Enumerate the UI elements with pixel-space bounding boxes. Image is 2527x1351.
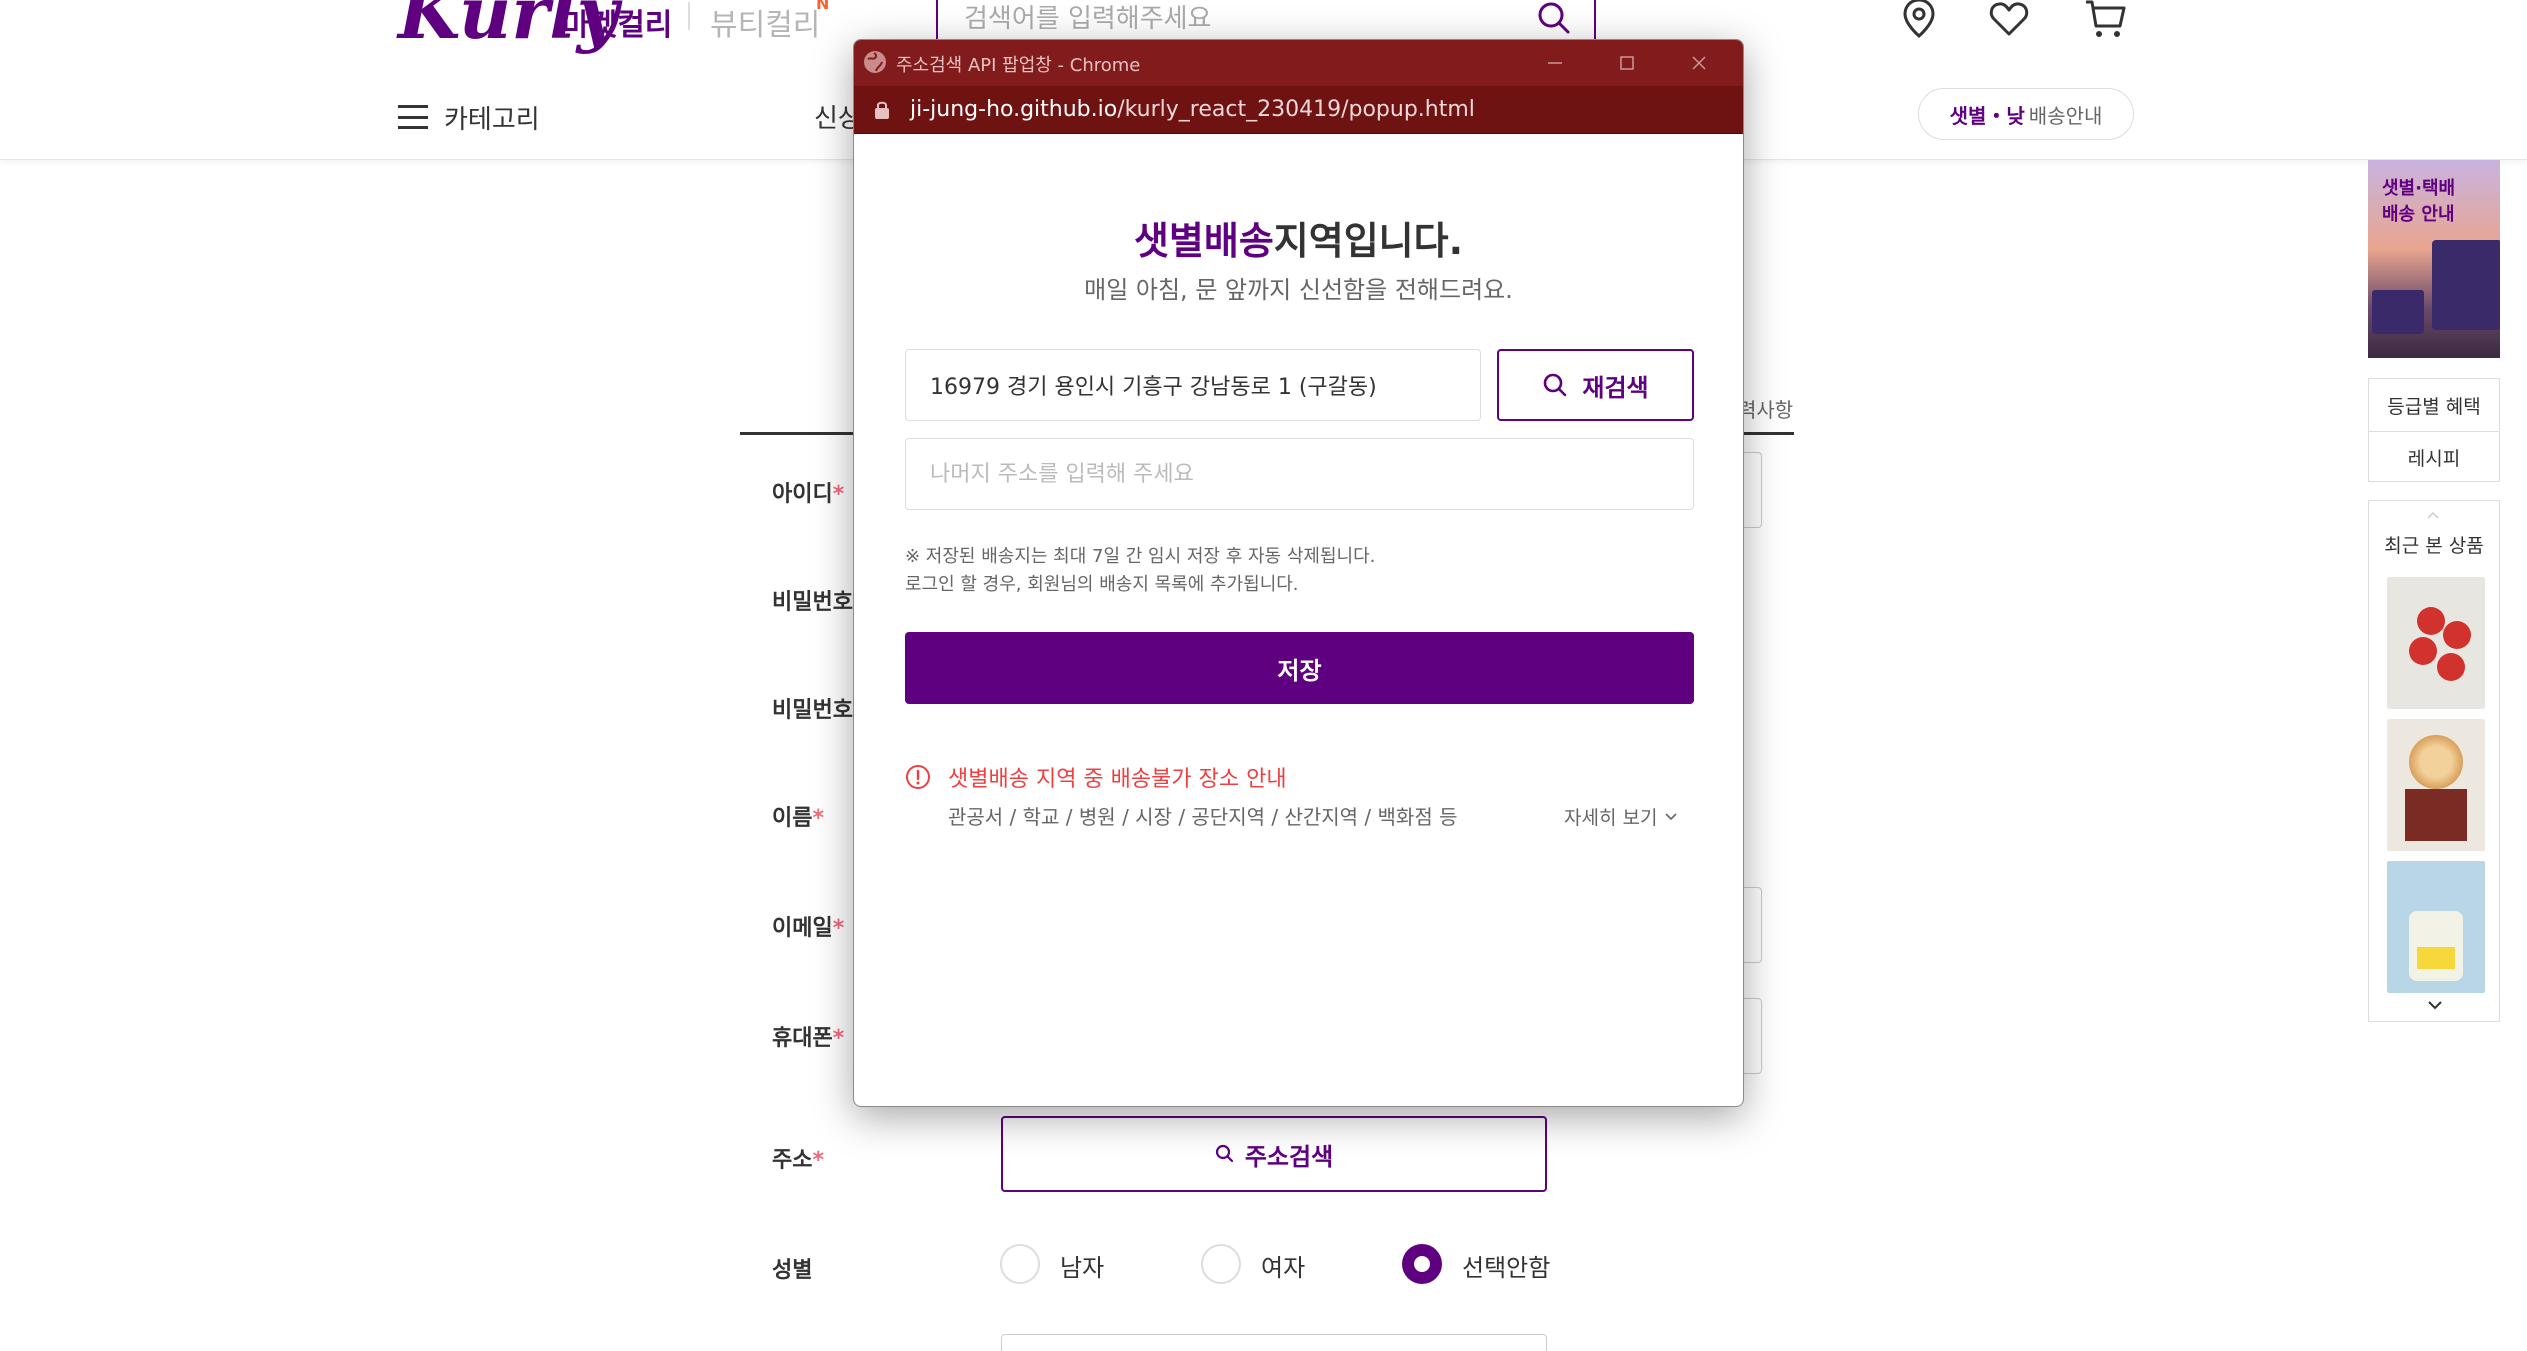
recent-products-panel: 최근 본 상품 <box>2368 500 2500 1022</box>
gender-label-none: 선택안함 <box>1462 1254 1551 1282</box>
globe-icon <box>864 51 886 73</box>
recent-products-title: 최근 본 상품 <box>2384 535 2484 557</box>
side-link-grade-benefits[interactable]: 등급별 혜택 <box>2369 379 2499 431</box>
delivery-info-button[interactable]: 샛별・낮 배송안내 <box>1918 88 2134 140</box>
view-details-label: 자세히 보기 <box>1564 807 1658 829</box>
label-phone: 휴대폰* <box>772 1026 845 1051</box>
chevron-up-icon[interactable] <box>2425 507 2441 523</box>
header-search-input[interactable]: 검색어를 입력해주세요 <box>964 0 1211 35</box>
label-password: 비밀번호 <box>772 590 853 615</box>
undeliverable-places: 관공서 / 학교 / 병원 / 시장 / 공단지역 / 산간지역 / 백화점 등 <box>948 805 1458 829</box>
market-kurly-link[interactable]: 마켓컬리 <box>562 0 672 44</box>
category-menu-button[interactable]: 카테고리 <box>398 100 540 135</box>
address-search-label: 주소검색 <box>1244 1142 1334 1171</box>
storage-notice: ※ 저장된 배송지는 최대 7일 간 임시 저장 후 자동 삭제됩니다. 로그인… <box>905 546 1376 595</box>
search-icon <box>1215 1144 1233 1163</box>
gender-radio-female[interactable] <box>1201 1244 1241 1284</box>
label-id: 아이디* <box>772 482 845 507</box>
delivery-guide-banner[interactable]: 샛별·택배 배송 안내 <box>2368 160 2500 358</box>
side-link-recipes[interactable]: 레시피 <box>2369 431 2499 483</box>
address-popup-window: 주소검색 API 팝업창 - Chrome ji-jung-ho.github.… <box>853 39 1744 1107</box>
research-button[interactable]: 재검색 <box>1497 349 1694 421</box>
label-email: 이메일* <box>772 916 845 941</box>
location-pin-icon[interactable] <box>1894 0 1944 44</box>
warning-circle-icon <box>906 765 930 789</box>
view-details-link[interactable]: 자세히 보기 <box>1564 803 1679 830</box>
cart-icon[interactable] <box>2080 0 2130 44</box>
banner-text: 샛별·택배 배송 안내 <box>2382 178 2456 225</box>
heart-icon[interactable] <box>1984 0 2034 44</box>
category-label: 카테고리 <box>444 104 540 135</box>
popup-window-title: 주소검색 API 팝업창 - Chrome <box>896 55 1141 76</box>
label-password-confirm: 비밀번호 <box>772 698 853 723</box>
chevron-down-icon <box>1665 812 1678 820</box>
required-fields-note: 력사항 <box>1738 398 1794 422</box>
popup-subheading: 매일 아침, 문 앞까지 신선함을 전해드려요. <box>1084 276 1513 304</box>
close-icon[interactable] <box>1684 48 1714 78</box>
recent-product-pie[interactable] <box>2387 719 2485 851</box>
side-quick-links: 등급별 혜택 레시피 <box>2368 378 2500 482</box>
hamburger-menu-icon <box>398 105 428 129</box>
popup-titlebar[interactable]: 주소검색 API 팝업창 - Chrome <box>854 40 1743 86</box>
popup-heading: 샛별배송지역입니다. <box>1133 219 1464 263</box>
popup-url: ji-jung-ho.github.io/kurly_react_230419/… <box>910 97 1475 122</box>
search-icon[interactable] <box>1534 0 1574 38</box>
chevron-down-icon[interactable] <box>2425 995 2445 1015</box>
delivery-pill-highlight: 샛별・낮 <box>1949 103 2025 128</box>
minimize-icon[interactable] <box>1540 48 1570 78</box>
selected-address-field: 16979 경기 용인시 기흥구 강남동로 1 (구갈동) <box>905 349 1481 421</box>
link-divider <box>688 2 690 30</box>
gender-radio-male[interactable] <box>1000 1244 1040 1284</box>
maximize-icon[interactable] <box>1612 48 1642 78</box>
label-address: 주소* <box>772 1148 824 1173</box>
recent-product-bag[interactable] <box>2387 861 2485 993</box>
detail-address-input[interactable] <box>905 438 1694 510</box>
truck-illustration <box>2432 240 2500 330</box>
lock-icon <box>875 101 889 119</box>
gender-label-male: 남자 <box>1060 1254 1105 1282</box>
address-search-button[interactable]: 주소검색 <box>1001 1116 1547 1192</box>
new-badge: N <box>816 0 830 13</box>
truck-illustration-small <box>2372 290 2424 334</box>
research-button-label: 재검색 <box>1582 373 1649 402</box>
undeliverable-notice-title: 샛별배송 지역 중 배송불가 장소 안내 <box>948 767 1287 792</box>
page-root: Kurly 마켓컬리 뷰티컬리 N 검색어를 입력해주세요 카테고리 신상 샛별… <box>0 0 2527 1351</box>
birthdate-field[interactable] <box>1001 1334 1547 1351</box>
popup-address-bar[interactable]: ji-jung-ho.github.io/kurly_react_230419/… <box>854 86 1743 134</box>
save-button[interactable]: 저장 <box>905 632 1694 704</box>
gender-radio-none[interactable] <box>1402 1244 1442 1284</box>
label-gender: 성별 <box>772 1258 813 1283</box>
search-icon <box>1544 373 1567 397</box>
delivery-pill-label: 배송안내 <box>2028 103 2103 128</box>
gender-label-female: 여자 <box>1261 1254 1306 1282</box>
beauty-kurly-link[interactable]: 뷰티컬리 <box>710 0 820 44</box>
recent-product-apple[interactable] <box>2387 577 2485 709</box>
label-name: 이름* <box>772 806 824 831</box>
